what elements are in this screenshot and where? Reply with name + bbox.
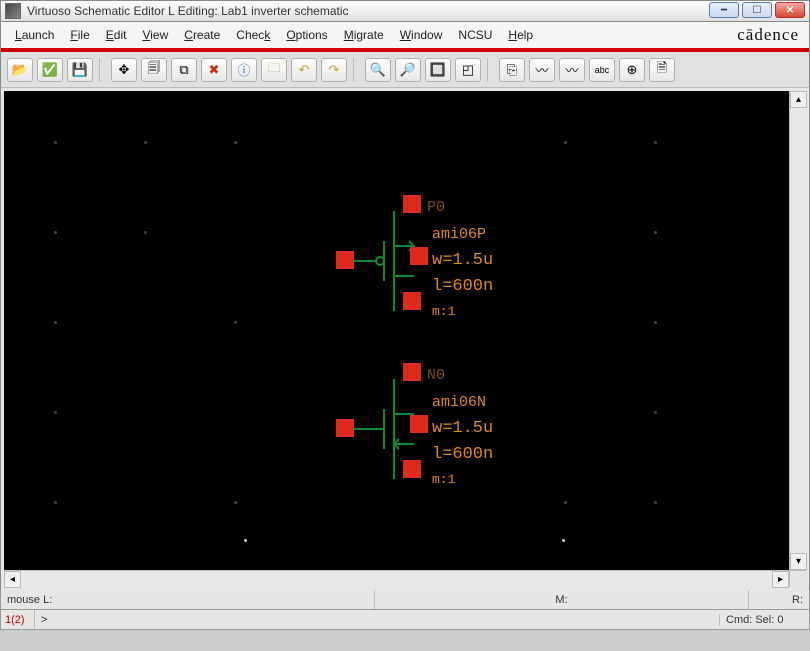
tool-wire-wide[interactable]: 〰 <box>559 58 585 82</box>
menu-help[interactable]: Help <box>500 26 541 44</box>
close-button[interactable]: ✕ <box>775 2 805 18</box>
nmos-gate-pin[interactable] <box>336 419 354 437</box>
tool-open[interactable]: 📂 <box>7 58 33 82</box>
menu-options[interactable]: Options <box>278 26 335 44</box>
tool-properties[interactable]: ⓘ <box>231 58 257 82</box>
menu-create[interactable]: Create <box>176 26 228 44</box>
scroll-corner <box>789 571 806 587</box>
scroll-track[interactable] <box>790 108 806 553</box>
pmos-source-pin[interactable] <box>403 292 421 310</box>
mouse-middle-label: M: <box>375 590 749 609</box>
tool-move[interactable]: ✥ <box>111 58 137 82</box>
menu-file[interactable]: File <box>62 26 97 44</box>
menu-migrate[interactable]: Migrate <box>336 26 392 44</box>
schematic-canvas[interactable]: /* dots added below via JS loop? keep si… <box>4 91 789 570</box>
mouse-left-label: mouse L: <box>1 590 375 609</box>
cmd-sel-status: Cmd: Sel: 0 <box>719 614 809 626</box>
scroll-down-button[interactable]: ▾ <box>790 553 807 570</box>
pmos-model-label: ami06P <box>432 226 486 243</box>
toolbar-sep <box>99 58 105 82</box>
tool-descend[interactable]: 🗀 <box>261 58 287 82</box>
mouse-right-label: R: <box>749 590 809 609</box>
tool-stretch[interactable]: ⧉ <box>171 58 197 82</box>
nmos-w-label: w=1.5u <box>432 419 493 438</box>
app-icon <box>5 3 21 19</box>
menu-window[interactable]: Window <box>392 26 451 44</box>
tool-save[interactable]: 💾 <box>67 58 93 82</box>
pmos-name-label: P0 <box>427 199 445 216</box>
scroll-right-button[interactable]: ▸ <box>772 571 789 588</box>
horizontal-scrollbar[interactable]: ◂ ▸ <box>4 570 806 587</box>
toolbar-sep <box>487 58 493 82</box>
maximize-button[interactable]: ☐ <box>742 2 772 18</box>
tool-delete[interactable]: ✖ <box>201 58 227 82</box>
minimize-button[interactable]: ━ <box>709 2 739 18</box>
window-controls: ━ ☐ ✕ <box>709 2 805 18</box>
menu-ncsu[interactable]: NCSU <box>450 26 500 44</box>
scroll-up-button[interactable]: ▴ <box>790 91 807 108</box>
nmos-l-label: l=600n <box>432 445 493 464</box>
tool-label[interactable]: abc <box>589 58 615 82</box>
nmos-bulk-pin[interactable] <box>410 415 428 433</box>
tool-checksave[interactable]: ✅ <box>37 58 63 82</box>
nmos-drain-pin[interactable] <box>403 363 421 381</box>
tool-redo[interactable]: ↷ <box>321 58 347 82</box>
menu-edit[interactable]: Edit <box>98 26 135 44</box>
tool-zoom-out[interactable]: 🔎 <box>395 58 421 82</box>
tool-zoom-in[interactable]: 🔍 <box>365 58 391 82</box>
menu-view[interactable]: View <box>134 26 176 44</box>
menu-check[interactable]: Check <box>228 26 278 44</box>
command-status-bar: 1(2) > Cmd: Sel: 0 <box>0 610 810 630</box>
scroll-track[interactable] <box>21 571 772 587</box>
title-bar: Virtuoso Schematic Editor L Editing: Lab… <box>0 0 810 22</box>
scroll-left-button[interactable]: ◂ <box>4 571 21 588</box>
tool-zoom-sel[interactable]: ◰ <box>455 58 481 82</box>
brand-logo: cādence <box>737 25 799 45</box>
pmos-m-label: m:1 <box>432 304 455 319</box>
pmos-l-label: l=600n <box>432 277 493 296</box>
mouse-status-bar: mouse L: M: R: <box>0 590 810 610</box>
tool-copy[interactable]: 🗐 <box>141 58 167 82</box>
pmos-drain-pin[interactable] <box>403 195 421 213</box>
tool-instance[interactable]: ⎘ <box>499 58 525 82</box>
toolbar-sep <box>353 58 359 82</box>
pmos-gate-pin[interactable] <box>336 251 354 269</box>
tool-note[interactable]: 🗎 <box>649 58 675 82</box>
toolbar: 📂 ✅ 💾 ✥ 🗐 ⧉ ✖ ⓘ 🗀 ↶ ↷ 🔍 🔎 🔲 ◰ ⎘ 〰 〰 abc … <box>0 52 810 88</box>
tool-undo[interactable]: ↶ <box>291 58 317 82</box>
window-title: Virtuoso Schematic Editor L Editing: Lab… <box>27 4 349 18</box>
command-prompt[interactable]: > <box>35 614 719 626</box>
pmos-bulk-pin[interactable] <box>410 247 428 265</box>
tool-zoom-fit[interactable]: 🔲 <box>425 58 451 82</box>
menu-launch[interactable]: Launch <box>7 26 62 44</box>
nmos-source-pin[interactable] <box>403 460 421 478</box>
canvas-area: /* dots added below via JS loop? keep si… <box>0 88 810 590</box>
tool-pin[interactable]: ⊕ <box>619 58 645 82</box>
nmos-m-label: m:1 <box>432 472 455 487</box>
nmos-name-label: N0 <box>427 367 445 384</box>
window-index: 1(2) <box>1 610 35 629</box>
pmos-w-label: w=1.5u <box>432 251 493 270</box>
menu-bar: Launch File Edit View Create Check Optio… <box>0 22 810 48</box>
nmos-model-label: ami06N <box>432 394 486 411</box>
vertical-scrollbar[interactable]: ▴ ▾ <box>789 91 806 570</box>
tool-wire-narrow[interactable]: 〰 <box>529 58 555 82</box>
